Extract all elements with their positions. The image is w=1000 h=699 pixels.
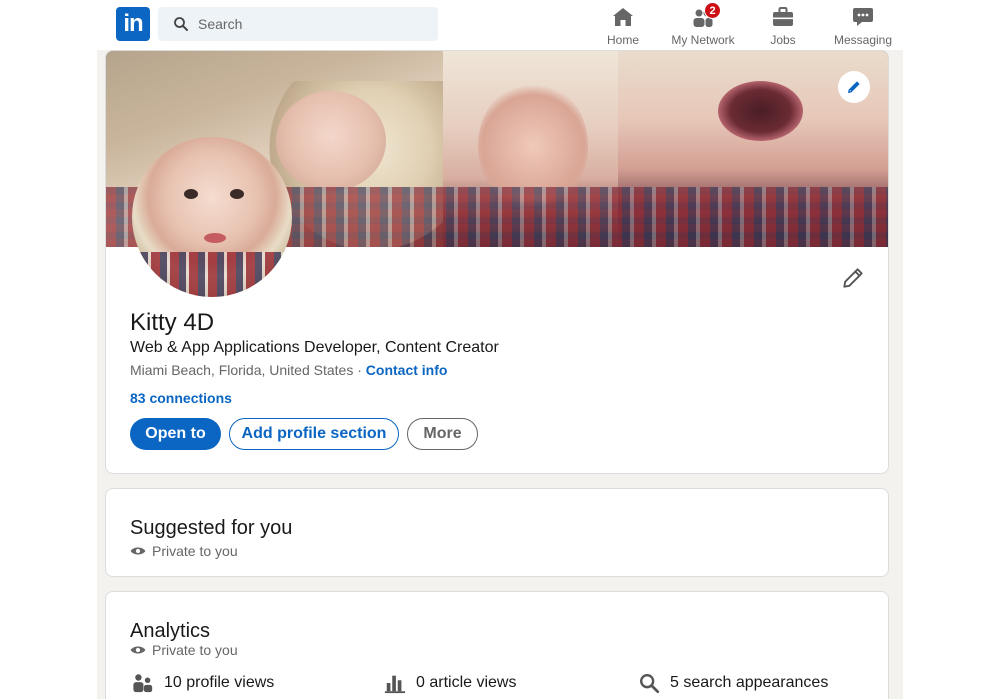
avatar-detail (184, 189, 198, 199)
analytics-card: Analytics Private to you 10 profile view… (105, 591, 889, 699)
metric-label: 10 profile views (164, 674, 275, 691)
avatar-detail (230, 189, 244, 199)
nav-label-my-network: My Network (671, 33, 735, 47)
suggested-privacy: Private to you (130, 543, 238, 559)
metric-label: 5 search appearances (670, 674, 829, 691)
linkedin-logo[interactable]: in (116, 7, 150, 41)
suggested-title: Suggested for you (130, 517, 293, 539)
network-icon: 2 (690, 2, 721, 30)
profile-name: Kitty 4D (130, 309, 215, 336)
pencil-icon (848, 81, 860, 93)
location-separator: · (353, 362, 366, 378)
profile-intro-card: Kitty 4D Web & App Applications Develope… (105, 50, 889, 474)
avatar-detail (132, 252, 292, 297)
briefcase-icon (770, 4, 796, 30)
notification-badge: 2 (704, 2, 721, 19)
nav-item-jobs[interactable]: Jobs (766, 2, 800, 48)
contact-info-link[interactable]: Contact info (366, 362, 448, 378)
edit-intro-pencil-icon[interactable] (842, 267, 864, 289)
profile-location: Miami Beach, Florida, United States (130, 362, 354, 378)
nav-label-home: Home (606, 33, 639, 47)
profile-views-metric[interactable]: 10 profile views (132, 672, 274, 694)
connections-link[interactable]: 83 connections (130, 390, 232, 406)
nav-item-messaging[interactable]: Messaging (832, 2, 894, 48)
profile-avatar[interactable] (132, 137, 292, 297)
bar-chart-icon (384, 675, 406, 694)
nav-label-messaging: Messaging (833, 33, 893, 47)
eye-icon (130, 547, 146, 555)
privacy-text: Private to you (152, 543, 238, 559)
analytics-privacy: Private to you (130, 642, 238, 658)
nav-item-home[interactable]: Home (604, 2, 642, 48)
search-input[interactable] (198, 16, 418, 32)
profile-headline: Web & App Applications Developer, Conten… (130, 339, 499, 356)
home-icon (610, 4, 636, 30)
search-icon (174, 17, 188, 31)
privacy-text: Private to you (152, 642, 238, 658)
profile-location-line: Miami Beach, Florida, United States · Co… (130, 362, 447, 378)
avatar-detail (204, 233, 226, 243)
people-icon (133, 674, 153, 693)
article-views-metric[interactable]: 0 article views (384, 672, 516, 694)
search-appearances-metric[interactable]: 5 search appearances (638, 672, 828, 694)
search-bar[interactable] (158, 7, 438, 41)
open-to-button[interactable]: Open to (130, 418, 221, 450)
add-profile-section-button[interactable]: Add profile section (229, 418, 399, 450)
nav-item-my-network[interactable]: 2 My Network (668, 2, 738, 48)
metric-label: 0 article views (416, 674, 517, 691)
more-button[interactable]: More (407, 418, 478, 450)
edit-cover-button[interactable] (838, 71, 870, 103)
eye-icon (130, 646, 146, 654)
top-navigation-bar: in Home 2 My Network Jobs Messaging (0, 0, 1000, 50)
search-icon (640, 674, 660, 694)
suggested-card: Suggested for you Private to you (105, 488, 889, 577)
nav-label-jobs: Jobs (770, 33, 796, 47)
chat-icon (850, 4, 876, 30)
analytics-title: Analytics (130, 620, 211, 642)
